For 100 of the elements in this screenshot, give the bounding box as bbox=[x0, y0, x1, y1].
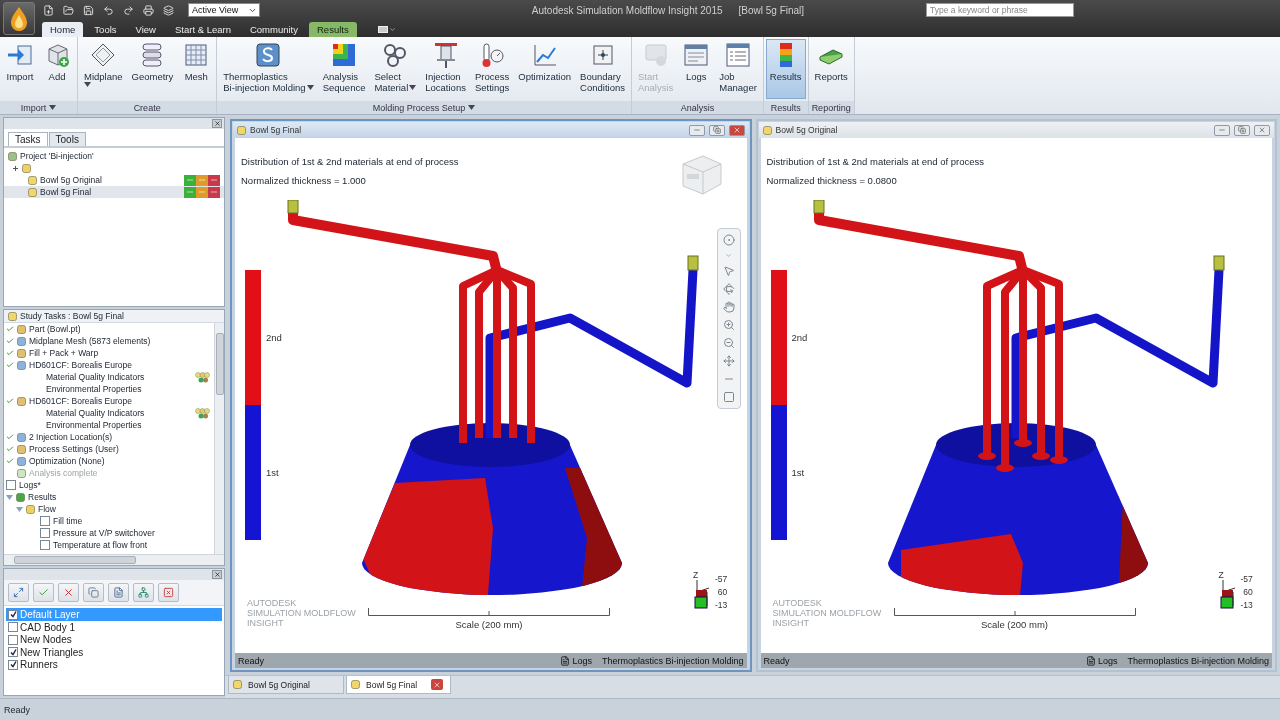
restore-button[interactable] bbox=[1234, 124, 1250, 136]
task-item[interactable]: Pressure at V/P switchover bbox=[4, 527, 214, 539]
logs-button[interactable]: Logs bbox=[1085, 655, 1124, 666]
document-tab[interactable]: Bowl 5g Original bbox=[228, 676, 344, 694]
application-button[interactable] bbox=[3, 2, 35, 35]
navigation-tool[interactable] bbox=[722, 265, 735, 277]
navigation-tool[interactable] bbox=[722, 355, 735, 367]
toolbar-button[interactable] bbox=[33, 583, 54, 603]
expand-arrow-icon[interactable] bbox=[16, 505, 23, 513]
quick-access-button[interactable] bbox=[160, 2, 177, 18]
task-item[interactable]: HD601CF: Borealis Europe bbox=[4, 395, 214, 407]
checkbox[interactable] bbox=[8, 659, 18, 670]
task-item[interactable]: Flow bbox=[4, 503, 214, 515]
toolbar-button[interactable] bbox=[83, 583, 104, 603]
caret-icon bbox=[468, 105, 476, 110]
close-icon bbox=[732, 126, 741, 134]
ribbon-button[interactable]: Geometry bbox=[127, 39, 178, 99]
navigation-tool[interactable] bbox=[722, 234, 735, 246]
expand-arrow-icon[interactable] bbox=[6, 493, 13, 501]
layer-item[interactable]: New Triangles bbox=[6, 645, 222, 659]
tree-item[interactable]: Bowl 5g Original bbox=[4, 174, 224, 186]
task-item[interactable]: Fill time bbox=[4, 515, 214, 527]
navigation-tool[interactable] bbox=[722, 319, 735, 331]
quick-access-button[interactable] bbox=[140, 2, 157, 18]
logs-button[interactable]: Logs bbox=[560, 655, 598, 666]
ribbon-button[interactable]: Results bbox=[765, 39, 806, 99]
task-item[interactable]: Part (Bowl.pt) bbox=[4, 323, 214, 335]
task-item[interactable]: Environmental Properties bbox=[4, 383, 214, 395]
ribbon-button[interactable]: Select Material bbox=[370, 39, 421, 99]
minimize-button[interactable] bbox=[1214, 124, 1230, 136]
ribbon-button[interactable]: Job Manager bbox=[715, 39, 761, 99]
task-item[interactable]: Results bbox=[4, 491, 214, 503]
document-tab[interactable]: Bowl 5g Final bbox=[346, 676, 451, 694]
ribbon-tab[interactable]: Results bbox=[309, 22, 357, 37]
panel-tab[interactable]: Tasks bbox=[8, 132, 48, 146]
restore-button[interactable] bbox=[708, 124, 725, 136]
ribbon-button[interactable]: Import bbox=[2, 39, 38, 99]
layer-item[interactable]: New Nodes bbox=[6, 633, 222, 646]
toolbar-button[interactable] bbox=[8, 583, 29, 603]
expand-toggle-icon[interactable] bbox=[12, 164, 19, 172]
close-button[interactable] bbox=[1254, 124, 1270, 136]
checkbox[interactable] bbox=[40, 540, 50, 550]
navigation-tool[interactable] bbox=[722, 301, 735, 313]
layer-item[interactable]: Runners bbox=[6, 658, 222, 671]
move-icon bbox=[722, 355, 735, 367]
vertical-scrollbar[interactable] bbox=[214, 323, 224, 555]
task-item[interactable]: Midplane Mesh (5873 elements) bbox=[4, 335, 214, 347]
ribbon-tab[interactable]: Home bbox=[42, 22, 84, 37]
task-item[interactable]: Environmental Properties bbox=[4, 419, 214, 431]
navigation-tool[interactable] bbox=[722, 283, 735, 295]
toolbar-button[interactable] bbox=[108, 583, 129, 603]
task-item[interactable]: HD601CF: Borealis Europe bbox=[4, 359, 214, 371]
close-button[interactable] bbox=[728, 124, 745, 136]
toolbar-button[interactable] bbox=[58, 583, 79, 603]
checkbox[interactable] bbox=[8, 622, 18, 633]
ribbon-tab[interactable]: Tools bbox=[86, 22, 125, 37]
horizontal-scrollbar[interactable] bbox=[4, 554, 224, 566]
task-item[interactable]: Optimization (None) bbox=[4, 455, 214, 467]
ribbon-tab[interactable]: Start & Learn bbox=[166, 22, 239, 37]
panel-icon bbox=[377, 26, 388, 33]
tree-item[interactable]: Project 'Bi-injection' bbox=[4, 150, 224, 162]
navigation-tool[interactable] bbox=[722, 391, 735, 403]
ribbon-button[interactable]: Mesh bbox=[178, 39, 215, 99]
ribbon-button[interactable]: Thermoplastics Bi-injection Molding bbox=[219, 39, 318, 99]
task-item[interactable]: Fill + Pack + Warp bbox=[4, 347, 214, 359]
checkbox[interactable] bbox=[8, 609, 18, 620]
task-item[interactable]: Material Quality Indicators bbox=[4, 371, 214, 383]
tree-item[interactable]: Bowl 5g Final bbox=[4, 186, 224, 198]
close-button[interactable] bbox=[212, 570, 222, 580]
ribbon-button[interactable]: Optimization bbox=[514, 39, 576, 99]
view-selector[interactable]: Active View bbox=[188, 3, 260, 17]
close-button[interactable] bbox=[431, 679, 444, 690]
search-field[interactable]: Type a keyword or phrase bbox=[926, 3, 1074, 17]
ribbon-button[interactable]: Analysis Sequence bbox=[318, 39, 370, 99]
checkbox[interactable] bbox=[8, 647, 18, 658]
minimize-button[interactable] bbox=[688, 124, 705, 136]
ribbon-button[interactable]: Boundary Conditions bbox=[576, 39, 629, 99]
panel-tab[interactable]: Tools bbox=[48, 132, 86, 146]
ribbon-button[interactable]: Add bbox=[39, 39, 75, 99]
task-item[interactable]: 2 Injection Location(s) bbox=[4, 431, 214, 443]
checkbox[interactable] bbox=[40, 516, 50, 526]
ribbon-button[interactable]: Injection Locations bbox=[421, 39, 470, 99]
toolbar-button[interactable] bbox=[133, 583, 154, 603]
checkbox[interactable] bbox=[6, 480, 16, 490]
task-item[interactable]: Logs* bbox=[4, 479, 214, 491]
ribbon-tab[interactable]: Community bbox=[241, 22, 306, 37]
task-item[interactable]: Temperature at flow front bbox=[4, 539, 214, 551]
close-button[interactable] bbox=[212, 119, 222, 128]
checkbox[interactable] bbox=[40, 528, 50, 538]
ribbon-button[interactable]: Process Settings bbox=[470, 39, 514, 99]
ribbon-button[interactable]: Logs bbox=[678, 39, 715, 99]
ribbon-button[interactable]: Midplane bbox=[80, 39, 127, 99]
toolbar-button[interactable] bbox=[158, 583, 179, 603]
ribbon-button[interactable]: Reports bbox=[810, 39, 852, 99]
navigation-tool[interactable] bbox=[722, 337, 735, 349]
checkbox[interactable] bbox=[8, 634, 18, 645]
layer-item[interactable]: CAD Body 1 bbox=[6, 620, 222, 634]
task-item[interactable]: Process Settings (User) bbox=[4, 443, 214, 455]
task-item[interactable]: Material Quality Indicators bbox=[4, 407, 214, 419]
ribbon-tab[interactable]: View bbox=[127, 22, 164, 37]
